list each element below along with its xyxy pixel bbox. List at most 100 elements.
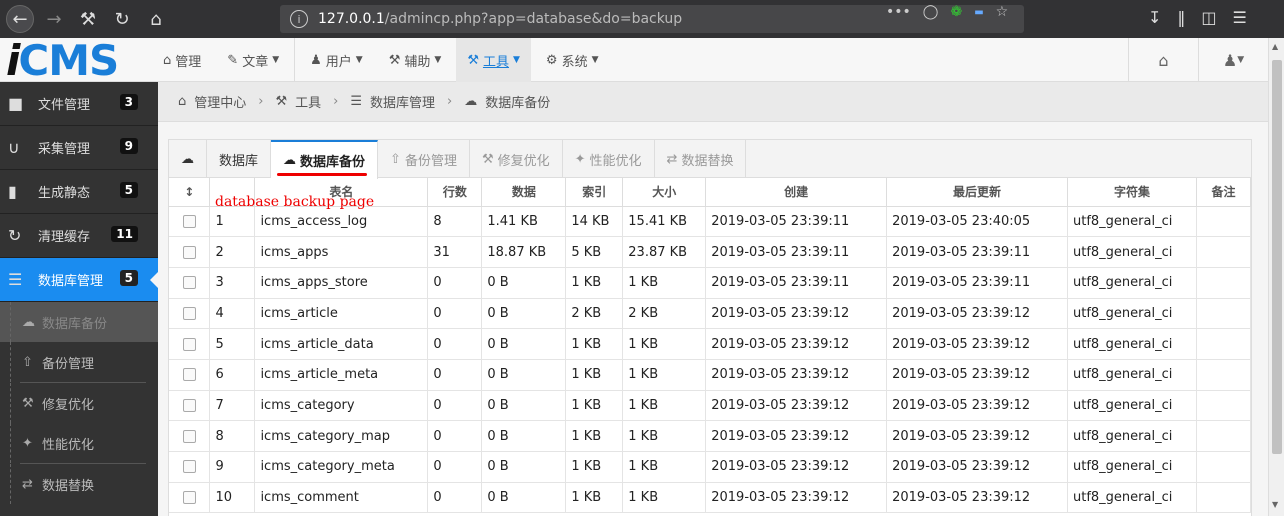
library-icon[interactable]: ‖ (1177, 8, 1185, 27)
breadcrumb-item[interactable]: 数据库备份 (485, 92, 550, 111)
sidebar-toggle-icon[interactable]: ◫ (1201, 8, 1216, 27)
col-header[interactable]: 数据 (481, 178, 567, 207)
table-cell: 0 B (481, 482, 567, 514)
puzzle-icon: ✦ (22, 435, 33, 451)
sidebar-item-cache[interactable]: ↻ 清理缓存 11 (0, 214, 158, 258)
wrench-icon[interactable]: ⚒ (74, 5, 102, 33)
sidebar-subitem-replace[interactable]: ⇄ 数据替换 (0, 464, 158, 504)
extension-icon[interactable]: ▬ (974, 7, 983, 18)
row-checkbox-cell (169, 359, 211, 391)
table-cell: 2019-03-05 23:39:11 (705, 267, 888, 299)
sort-icon[interactable]: ↕ (169, 178, 211, 207)
nav-system[interactable]: ⚙ 系统 ▼ (535, 38, 610, 82)
home-icon: ⌂ (163, 52, 172, 68)
row-checkbox[interactable] (182, 306, 196, 320)
row-checkbox[interactable] (182, 214, 196, 228)
menu-icon[interactable]: ☰ (1233, 8, 1247, 27)
table-cell: 0 (427, 298, 483, 330)
tab-repair[interactable]: ⚒ 修复优化 (470, 140, 563, 178)
sidebar-subitem-performance[interactable]: ✦ 性能优化 (0, 423, 158, 463)
nav-user[interactable]: ♟ 用户 ▼ (299, 38, 374, 82)
row-checkbox-cell (169, 236, 211, 268)
sidebar-item-static[interactable]: ▮ 生成静态 5 (0, 170, 158, 214)
col-header[interactable]: 大小 (622, 178, 707, 207)
row-checkbox[interactable] (182, 491, 196, 505)
row-checkbox[interactable] (182, 276, 196, 290)
table-cell-remark (1196, 267, 1252, 299)
magnet-icon: ∪ (8, 138, 20, 157)
nav-article[interactable]: ✎ 文章 ▼ (216, 38, 290, 82)
count-badge: 9 (119, 138, 138, 154)
col-header[interactable]: 字符集 (1067, 178, 1197, 207)
table-row: 8 icms_category_map 0 0 B1 KB 1 KB 2019-03-05… (169, 420, 1252, 452)
row-checkbox[interactable] (182, 398, 196, 412)
table-cell: icms_category_meta (254, 451, 429, 483)
table-cell: 2019-03-05 23:39:12 (886, 420, 1068, 452)
col-header[interactable]: 创建 (705, 178, 888, 207)
chevron-right-icon: › (447, 94, 453, 109)
sidebar-subitem-repair[interactable]: ⚒ 修复优化 (0, 383, 158, 423)
tab-performance[interactable]: ✦ 性能优化 (563, 140, 655, 178)
table-cell: 0 (427, 359, 483, 391)
row-checkbox-cell (169, 267, 211, 299)
user-menu[interactable]: ♟ ▼ (1198, 38, 1268, 82)
breadcrumb-item[interactable]: 工具 (295, 92, 321, 111)
download-icon[interactable]: ↧ (1148, 8, 1161, 27)
table-cell: 2019-03-05 23:39:12 (886, 359, 1068, 391)
sidebar-item-files[interactable]: ■ 文件管理 3 (0, 82, 158, 126)
col-header[interactable]: 最后更新 (886, 178, 1068, 207)
info-icon[interactable]: i (290, 10, 308, 28)
row-checkbox[interactable] (182, 337, 196, 351)
scroll-thumb[interactable] (1272, 60, 1282, 454)
forward-icon[interactable]: → (40, 5, 68, 33)
home-icon[interactable]: ⌂ (142, 5, 170, 33)
sidebar-item-collect[interactable]: ∪ 采集管理 9 (0, 126, 158, 170)
page-scrollbar[interactable]: ▲ ▼ (1268, 38, 1284, 516)
breadcrumb-item[interactable]: 数据库管理 (370, 92, 435, 111)
table-cell: 1 KB (565, 359, 624, 391)
count-badge: 11 (111, 226, 138, 242)
col-header[interactable]: 索引 (565, 178, 624, 207)
nav-assist[interactable]: ⚒ 辅助 ▼ (378, 38, 453, 82)
sidebar-subitem-backup-manage[interactable]: ⇧ 备份管理 (0, 342, 158, 382)
more-icon[interactable]: ••• (886, 4, 911, 20)
table-cell: utf8_general_ci (1067, 451, 1197, 483)
reload-icon[interactable]: ↻ (108, 5, 136, 33)
row-checkbox[interactable] (182, 368, 196, 382)
table-cell: 1 KB (622, 451, 707, 483)
bug-icon[interactable]: ❁ (950, 4, 962, 20)
tab-database-backup[interactable]: ☁ 数据库备份 (271, 140, 379, 179)
table-cell: 2019-03-05 23:39:12 (705, 390, 888, 422)
tab-backup-manage[interactable]: ⇧ 备份管理 (378, 140, 470, 178)
nav-manage[interactable]: ⌂ 管理 (152, 38, 212, 82)
col-header[interactable]: 行数 (427, 178, 483, 207)
tab-replace[interactable]: ⇄ 数据替换 (655, 140, 747, 178)
table-cell: icms_category_map (254, 420, 429, 452)
table-cell: 0 (427, 482, 483, 514)
table-row: 2 icms_apps 31 18.87 KB 5 KB 23.87 KB 2019-03-… (169, 236, 1252, 268)
back-icon[interactable]: ← (6, 5, 34, 33)
tab-database[interactable]: 数据库 (207, 140, 272, 178)
table-cell: 1 KB (622, 482, 707, 514)
scroll-down-icon[interactable]: ▼ (1272, 500, 1278, 509)
scroll-up-icon[interactable]: ▲ (1272, 42, 1278, 51)
upload-icon: ⇧ (390, 151, 401, 167)
home-link-icon[interactable]: ⌂ (1128, 38, 1198, 82)
breadcrumb-item[interactable]: 管理中心 (194, 92, 246, 111)
app-header: i CMS ⌂ 管理 ✎ 文章 ▼ ♟ 用户 ▼ ⚒ 辅助 ▼ ⚒ 工具 ▼ ⚙ 系统 ▼ ⌂ ♟ ▼ (0, 36, 1268, 85)
table-cell: utf8_general_ci (1067, 236, 1197, 268)
col-header[interactable]: 备注 (1196, 178, 1252, 207)
sidebar-subitem-backup[interactable]: ☁ 数据库备份 (0, 302, 158, 342)
pocket-icon[interactable]: ◯ (923, 4, 939, 20)
sidebar-item-database[interactable]: ☰ 数据库管理 5 (0, 258, 158, 302)
table-cell: 2019-03-05 23:39:11 (886, 236, 1068, 268)
row-checkbox[interactable] (182, 245, 196, 259)
row-checkbox[interactable] (182, 460, 196, 474)
logo[interactable]: i CMS (6, 36, 152, 85)
row-checkbox[interactable] (182, 429, 196, 443)
nav-tools[interactable]: ⚒ 工具 ▼ (456, 38, 531, 82)
bookmark-star-icon[interactable]: ☆ (996, 4, 1009, 20)
table-row: 3 icms_apps_store 0 0 B1 KB 1 KB 2019-03-05 2… (169, 267, 1252, 299)
table-cell: 2019-03-05 23:39:12 (705, 328, 888, 360)
table-cell: 0 B (481, 298, 567, 330)
